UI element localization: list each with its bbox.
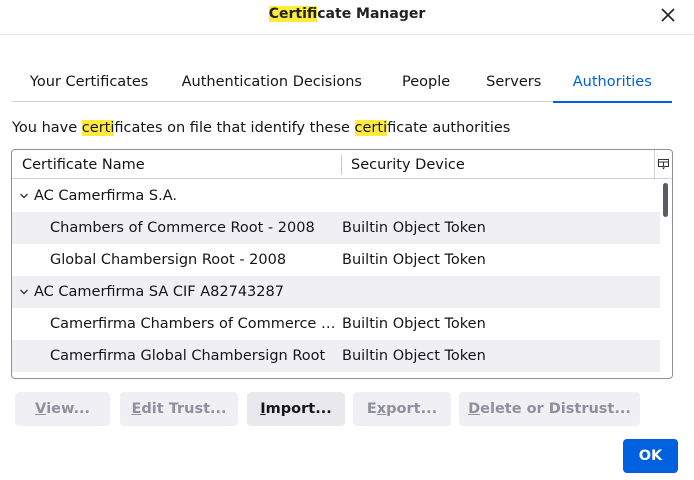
- group-name: AC Camerfirma S.A.: [34, 188, 177, 204]
- tab-authorities[interactable]: Authorities: [552, 62, 673, 103]
- cert-device: Builtin Object Token: [342, 348, 486, 364]
- export-button: Ex port...: [353, 392, 451, 426]
- tab-bar: Your Certificates Authentication Decisio…: [12, 62, 673, 103]
- view-mnemonic: V: [34, 401, 47, 417]
- column-header-security-device[interactable]: Security Device: [341, 155, 465, 175]
- cert-device: Builtin Object Token: [342, 316, 486, 332]
- view-button: View...: [15, 392, 110, 426]
- group-name: AC Camerfirma SA CIF A82743287: [34, 284, 284, 300]
- chevron-down-icon[interactable]: [19, 191, 29, 201]
- import-label: mport...: [265, 401, 332, 417]
- title-separator: [0, 34, 694, 35]
- title-rest: icate Manager: [317, 6, 426, 22]
- tree-cert-row[interactable]: Camerfirma Global Chambersign Root Built…: [12, 340, 660, 372]
- delete-mnemonic: D: [468, 401, 481, 417]
- edit-trust-button: Edit Trust...: [120, 392, 238, 426]
- desc-highlight: certi: [354, 120, 388, 136]
- tab-authentication-decisions[interactable]: Authentication Decisions: [166, 62, 377, 102]
- export-mnemonic: x: [376, 401, 387, 417]
- cert-name: Chambers of Commerce Root - 2008: [50, 220, 315, 236]
- title-highlight: Certif: [268, 6, 318, 22]
- desc-highlight: certi: [81, 120, 115, 136]
- dialog-title: Certificate Manager: [0, 6, 694, 22]
- tree-cert-row[interactable]: Camerfirma Chambers of Commerce Root Bui…: [12, 308, 660, 340]
- cert-device: Builtin Object Token: [342, 252, 486, 268]
- tree-rows: AC Camerfirma S.A. Chambers of Commerce …: [12, 180, 660, 372]
- cert-name: Camerfirma Global Chambersign Root: [50, 348, 326, 364]
- title-bar: Certificate Manager: [0, 0, 694, 30]
- delete-label: elete or Distrust...: [480, 401, 631, 417]
- description-text: You have certificates on file that ident…: [12, 120, 510, 136]
- tree-cert-row[interactable]: Global Chambersign Root - 2008 Builtin O…: [12, 244, 660, 276]
- delete-or-distrust-button: Delete or Distrust...: [459, 392, 640, 426]
- edit-mnemonic: E: [131, 401, 142, 417]
- cert-name: Global Chambersign Root - 2008: [50, 252, 287, 268]
- tree-scrollbar[interactable]: [662, 181, 670, 377]
- tree-group-row[interactable]: AC Camerfirma SA CIF A82743287: [12, 276, 660, 308]
- column-picker-button[interactable]: [654, 150, 672, 179]
- tree-header: Certificate Name Security Device: [12, 150, 672, 179]
- tree-cert-row[interactable]: Chambers of Commerce Root - 2008 Builtin…: [12, 212, 660, 244]
- export-label: port...: [386, 401, 438, 417]
- desc-part: You have: [12, 120, 82, 136]
- desc-part: ficate authorities: [387, 120, 511, 136]
- close-button[interactable]: [656, 3, 680, 27]
- export-prefix: E: [366, 401, 377, 417]
- edit-label: dit Trust...: [141, 401, 227, 417]
- column-picker-icon: [658, 159, 669, 170]
- tab-your-certificates[interactable]: Your Certificates: [12, 62, 166, 102]
- view-label: iew...: [46, 401, 91, 417]
- tree-group-row[interactable]: AC Camerfirma S.A.: [12, 180, 660, 212]
- desc-part: ficates on file that identify these: [114, 120, 355, 136]
- tab-servers[interactable]: Servers: [475, 62, 553, 102]
- chevron-down-icon[interactable]: [19, 287, 29, 297]
- certificate-tree[interactable]: Certificate Name Security Device AC Came…: [11, 149, 673, 379]
- cert-device: Builtin Object Token: [342, 220, 486, 236]
- cert-name: Camerfirma Chambers of Commerce Root: [50, 316, 336, 332]
- import-button[interactable]: Import...: [247, 392, 345, 426]
- column-header-certificate-name[interactable]: Certificate Name: [22, 150, 145, 179]
- scrollbar-thumb[interactable]: [663, 183, 668, 217]
- tab-people[interactable]: People: [377, 62, 475, 102]
- ok-button[interactable]: OK: [623, 439, 678, 473]
- close-icon: [661, 8, 675, 22]
